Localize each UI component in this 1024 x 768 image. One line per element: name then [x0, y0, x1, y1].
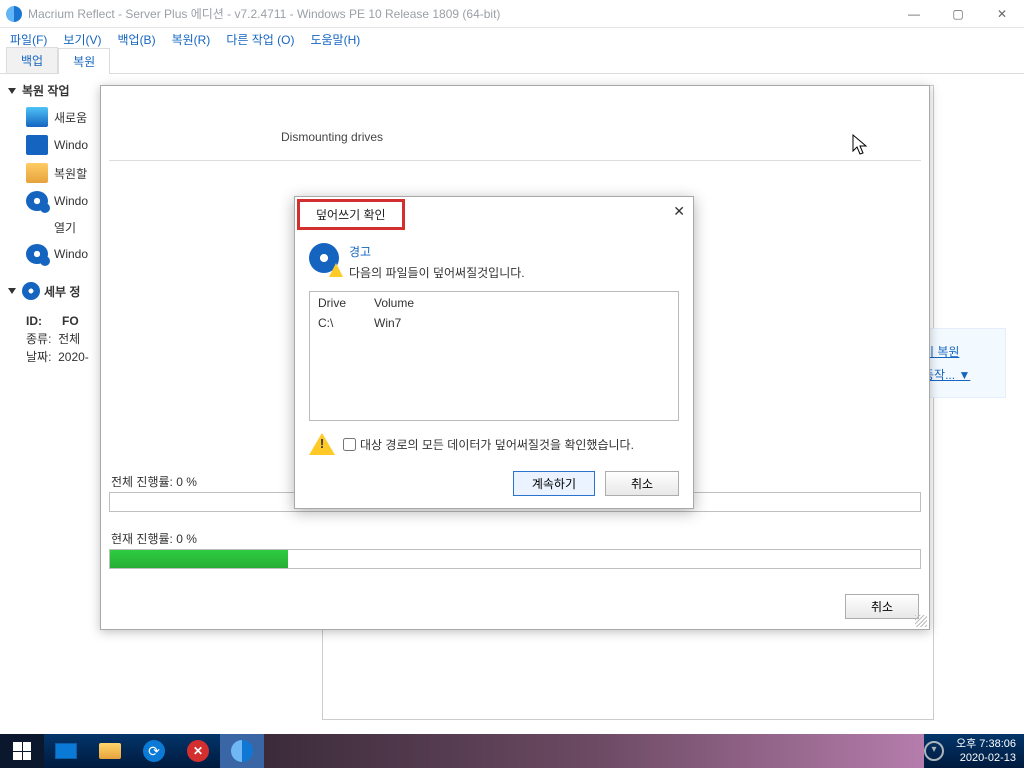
table-row: C:\ Win7	[318, 316, 670, 330]
confirm-warn-text: 다음의 파일들이 덮어써질것입니다.	[349, 264, 525, 281]
confirm-footer: 계속하기 취소	[295, 461, 693, 508]
tab-backup[interactable]: 백업	[6, 47, 58, 73]
confirm-titlebar: 덮어쓰기 확인 ✕	[295, 197, 693, 229]
gear-icon	[26, 135, 48, 155]
col-drive: Drive	[318, 296, 354, 310]
folder-icon	[99, 743, 121, 759]
menu-file[interactable]: 파일(F)	[10, 31, 47, 48]
disk-warning-icon	[309, 243, 339, 273]
warning-triangle-icon	[309, 433, 335, 455]
link-restore-image[interactable]: 지 복원	[923, 343, 999, 360]
computer-icon	[26, 107, 48, 127]
confirm-ack-row: 대상 경로의 모든 데이터가 덮어써질것을 확인했습니다.	[309, 433, 679, 455]
tray-expand-icon[interactable]	[924, 741, 944, 761]
confirm-close-button[interactable]: ✕	[673, 203, 685, 220]
menu-other[interactable]: 다른 작업 (O)	[226, 31, 294, 48]
refresh-icon	[143, 740, 165, 762]
maximize-button[interactable]: ▢	[936, 0, 980, 28]
close-red-icon: ✕	[187, 740, 209, 762]
progress-cancel-button[interactable]: 취소	[845, 594, 919, 619]
dropdown-arrow-icon: ▼	[958, 368, 970, 382]
tab-restore[interactable]: 복원	[58, 48, 110, 74]
col-volume: Volume	[374, 296, 414, 310]
chevron-down-icon	[8, 88, 16, 94]
confirm-cancel-button[interactable]: 취소	[605, 471, 679, 496]
disk-icon	[26, 244, 48, 264]
lens-icon	[22, 282, 40, 300]
divider	[109, 160, 921, 161]
menu-view[interactable]: 보기(V)	[63, 31, 101, 48]
taskbar-background	[264, 734, 924, 768]
desktop-icon	[55, 743, 77, 759]
chevron-down-icon	[8, 288, 16, 294]
taskbar-item-close[interactable]: ✕	[176, 734, 220, 768]
confirm-continue-button[interactable]: 계속하기	[513, 471, 595, 496]
window-titlebar: Macrium Reflect - Server Plus 에디션 - v7.2…	[0, 0, 1024, 28]
current-progress-label: 현재 진행률: 0 %	[111, 530, 921, 547]
menu-backup[interactable]: 백업(B)	[117, 31, 155, 48]
app-icon	[6, 6, 22, 22]
menu-help[interactable]: 도움말(H)	[310, 31, 360, 48]
menu-restore[interactable]: 복원(R)	[172, 31, 211, 48]
folder-icon	[26, 163, 48, 183]
minimize-button[interactable]: —	[892, 0, 936, 28]
confirm-ack-checkbox[interactable]	[343, 438, 356, 451]
current-progress-bar	[109, 549, 921, 569]
taskbar-clock[interactable]: 오후 7:38:06 2020-02-13	[948, 735, 1024, 767]
macrium-icon	[231, 740, 253, 762]
window-title: Macrium Reflect - Server Plus 에디션 - v7.2…	[28, 5, 892, 22]
taskbar-item-explorer[interactable]	[88, 734, 132, 768]
link-actions[interactable]: 동작... ▼	[923, 366, 999, 383]
taskbar-item-refresh[interactable]	[132, 734, 176, 768]
main-tabs: 백업 복원	[0, 50, 1024, 74]
confirm-warn-heading: 경고	[349, 243, 525, 260]
windows-logo-icon	[13, 742, 31, 760]
overwrite-confirm-dialog: 덮어쓰기 확인 ✕ 경고 다음의 파일들이 덮어써질것입니다. Drive Vo…	[294, 196, 694, 509]
resize-grip-icon[interactable]	[915, 615, 927, 627]
taskbar: ✕ 오후 7:38:06 2020-02-13	[0, 734, 1024, 768]
cell-volume: Win7	[374, 316, 401, 330]
confirm-warning: 경고 다음의 파일들이 덮어써질것입니다.	[309, 243, 679, 281]
taskbar-item-macrium[interactable]	[220, 734, 264, 768]
confirm-drive-table: Drive Volume C:\ Win7	[309, 291, 679, 421]
menu-bar: 파일(F) 보기(V) 백업(B) 복원(R) 다른 작업 (O) 도움말(H)	[0, 28, 1024, 50]
confirm-ack-checkbox-label[interactable]: 대상 경로의 모든 데이터가 덮어써질것을 확인했습니다.	[343, 436, 634, 453]
progress-status-text: Dismounting drives	[101, 86, 929, 154]
start-button[interactable]	[0, 734, 44, 768]
disk-icon	[26, 191, 48, 211]
close-button[interactable]: ✕	[980, 0, 1024, 28]
cell-drive: C:\	[318, 316, 354, 330]
confirm-title: 덮어쓰기 확인	[297, 199, 405, 230]
taskbar-item-desktop[interactable]	[44, 734, 88, 768]
progress-footer: 취소	[845, 594, 919, 619]
